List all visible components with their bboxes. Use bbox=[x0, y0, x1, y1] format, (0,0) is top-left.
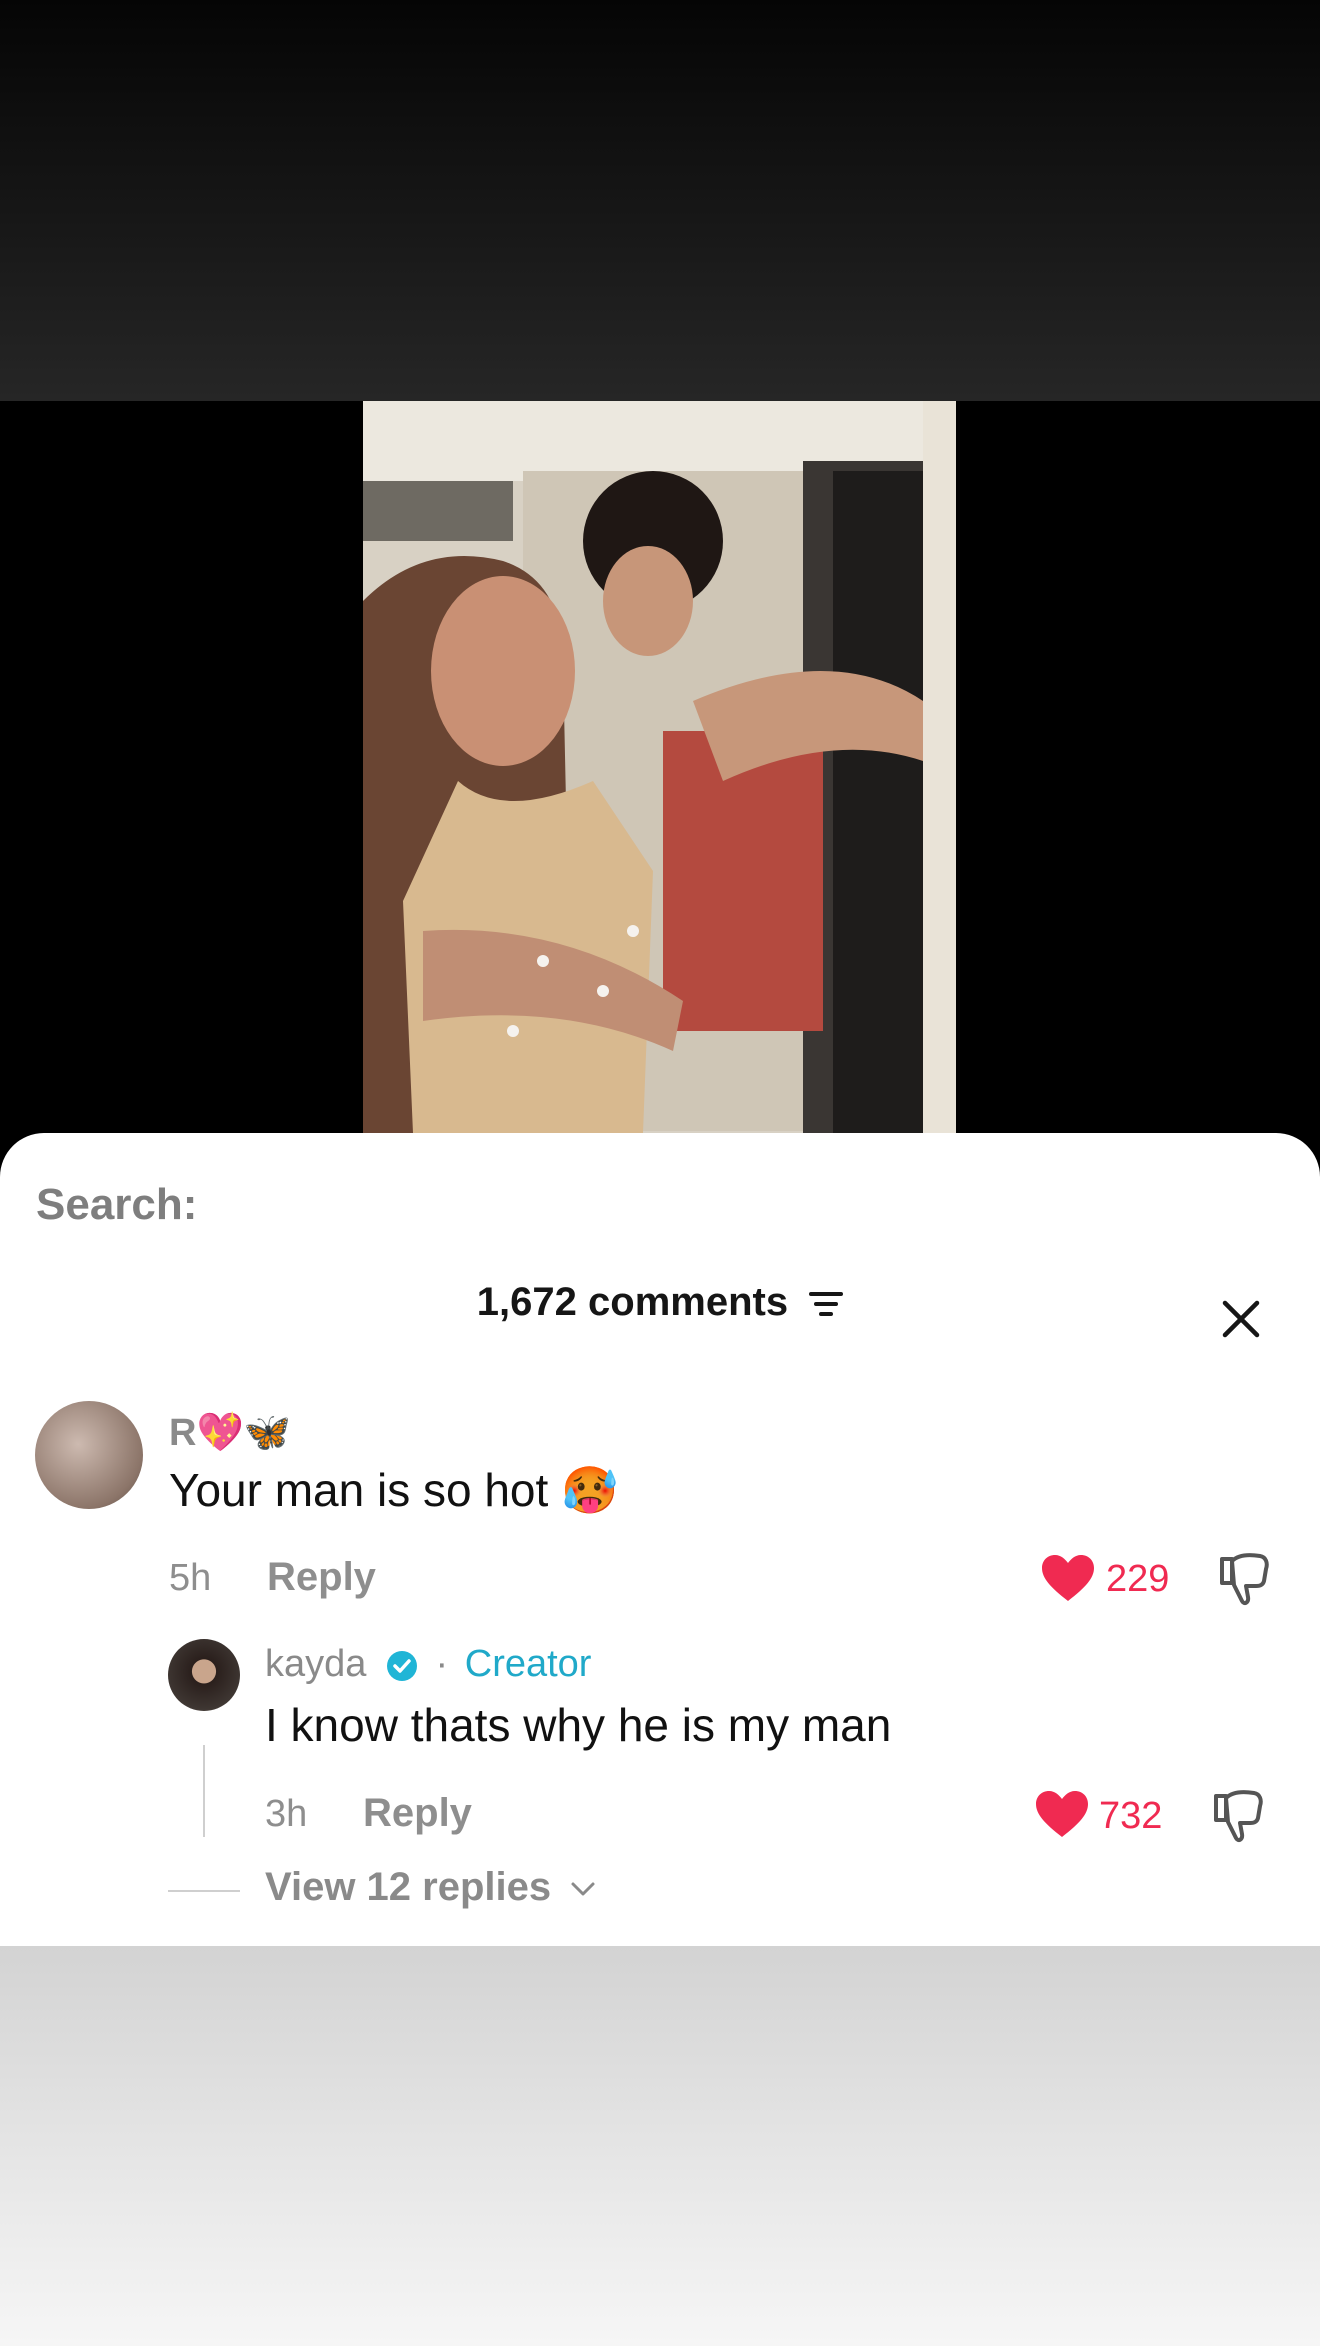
heart-icon[interactable] bbox=[1040, 1553, 1096, 1603]
avatar[interactable] bbox=[35, 1401, 143, 1509]
top-background bbox=[0, 0, 1320, 401]
comments-sheet: Search: 1,672 comments R💖🦋 Your man is s… bbox=[0, 1133, 1320, 1946]
sort-filter-icon[interactable] bbox=[809, 1290, 844, 1318]
comment-username[interactable]: kayda bbox=[265, 1643, 366, 1685]
comments-count: 1,672 comments bbox=[476, 1280, 789, 1324]
view-replies-button[interactable]: View 12 replies bbox=[265, 1865, 596, 1910]
comment-text: I know thats why he is my man bbox=[265, 1699, 892, 1751]
avatar[interactable] bbox=[168, 1639, 240, 1711]
close-icon[interactable] bbox=[1221, 1299, 1261, 1339]
comment-username[interactable]: R💖🦋 bbox=[169, 1411, 291, 1455]
comment-text: Your man is so hot 🥵 bbox=[169, 1464, 619, 1516]
video-area bbox=[0, 401, 1320, 1141]
dislike-icon[interactable] bbox=[1218, 1551, 1272, 1607]
comments-count-header[interactable]: 1,672 comments bbox=[0, 1280, 1320, 1325]
reply-button[interactable]: Reply bbox=[363, 1791, 472, 1836]
search-label: Search: bbox=[36, 1180, 198, 1229]
bottom-background bbox=[0, 1946, 1320, 2346]
thread-line bbox=[203, 1745, 205, 1837]
heart-icon[interactable] bbox=[1034, 1789, 1090, 1839]
dislike-icon[interactable] bbox=[1212, 1788, 1266, 1844]
view-replies-divider bbox=[168, 1890, 240, 1892]
verified-badge-icon bbox=[386, 1650, 417, 1681]
chevron-down-icon bbox=[571, 1882, 595, 1896]
video-frame[interactable] bbox=[363, 401, 956, 1133]
separator-dot: · bbox=[435, 1643, 449, 1685]
comment-timestamp: 5h bbox=[169, 1557, 212, 1599]
comment-timestamp: 3h bbox=[265, 1793, 308, 1835]
like-count: 229 bbox=[1106, 1558, 1170, 1600]
creator-badge: Creator bbox=[464, 1643, 592, 1685]
view-replies-label: View 12 replies bbox=[265, 1865, 552, 1909]
comment-username-row: kayda · Creator bbox=[265, 1643, 591, 1686]
reply-button[interactable]: Reply bbox=[267, 1555, 376, 1600]
video-still-image bbox=[363, 401, 956, 1133]
like-count: 732 bbox=[1099, 1795, 1163, 1837]
